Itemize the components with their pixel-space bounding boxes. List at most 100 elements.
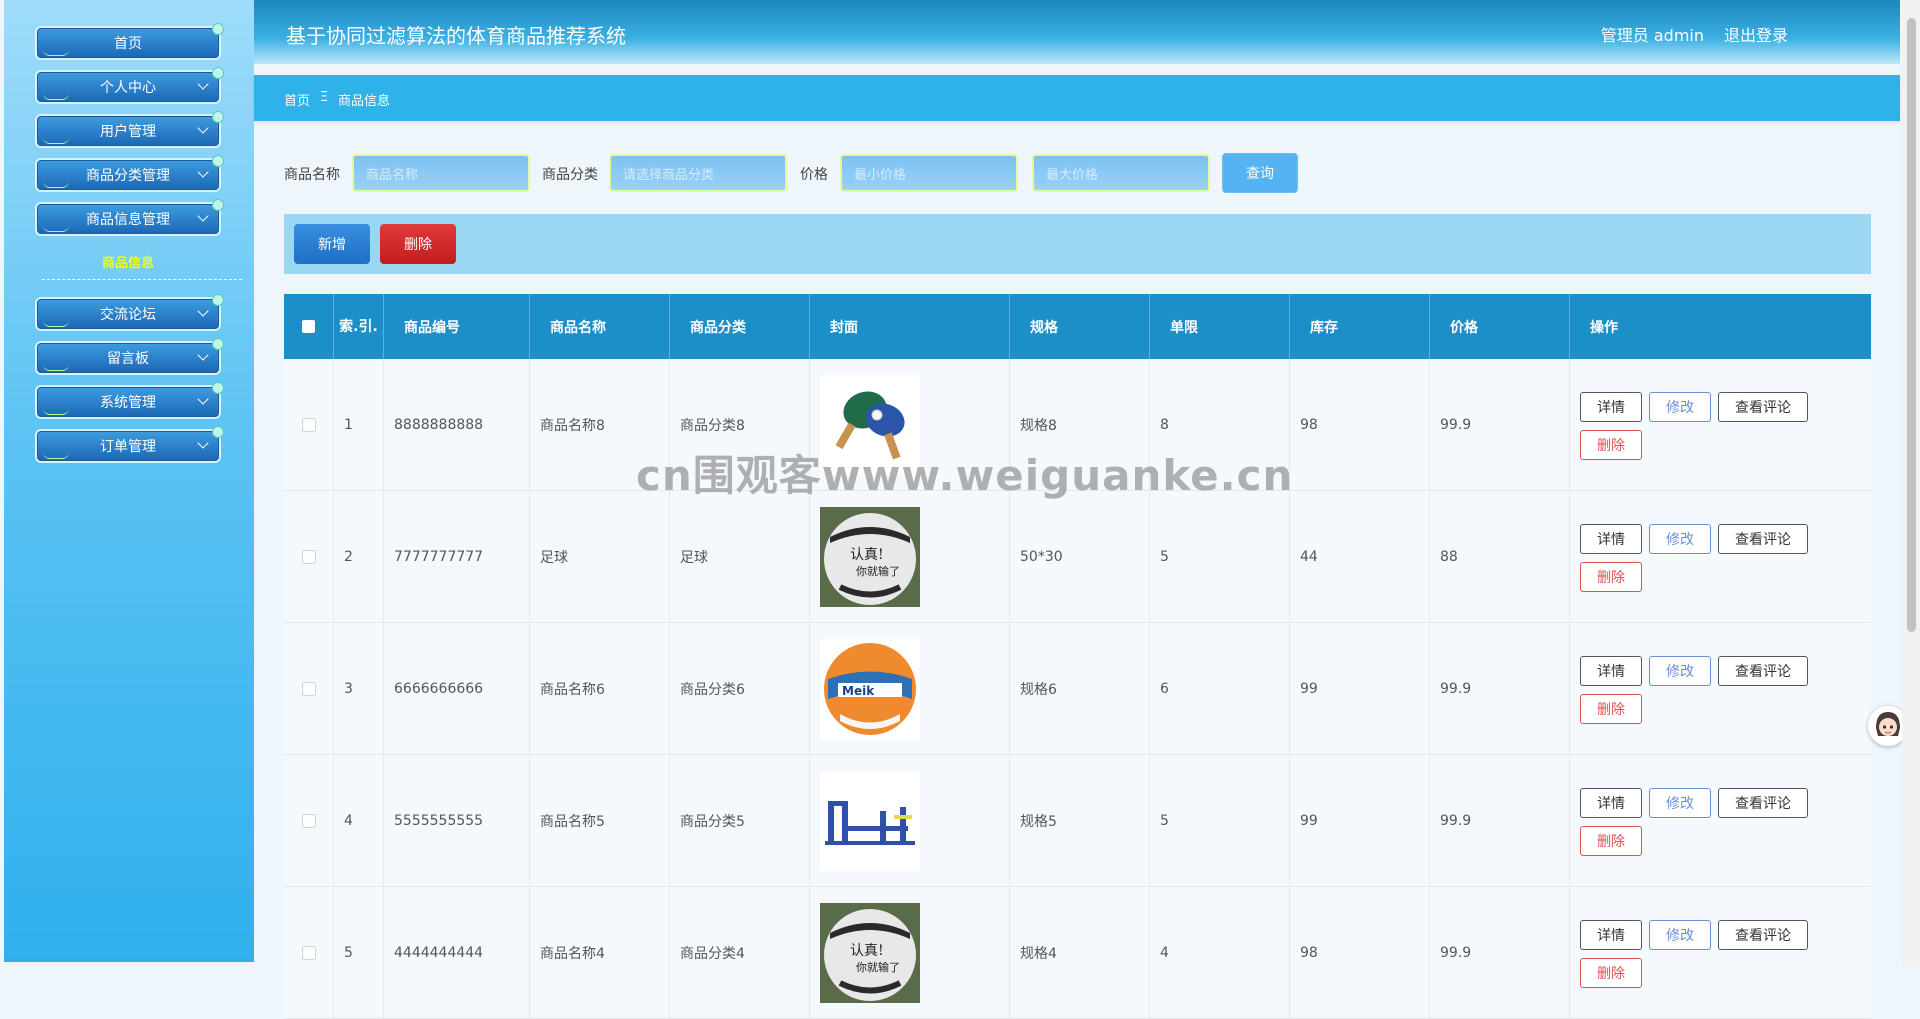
edit-button[interactable]: 修改	[1649, 788, 1711, 818]
menu-ornament-icon	[212, 382, 224, 394]
cell-category: 商品分类4	[670, 887, 810, 1018]
sidebar-item-home[interactable]: 首页	[35, 23, 224, 60]
detail-button[interactable]: 详情	[1580, 392, 1642, 422]
detail-button[interactable]: 详情	[1580, 656, 1642, 686]
row-checkbox[interactable]	[301, 417, 316, 432]
edit-button[interactable]: 修改	[1649, 392, 1711, 422]
chevron-down-icon	[197, 393, 209, 405]
cell-name: 商品名称5	[530, 755, 670, 886]
header-stock: 库存	[1290, 294, 1430, 359]
cell-stock: 98	[1290, 887, 1430, 1018]
sidebar: 首页 个人中心 用户管理 商品分类管理 商品信息管理 商品信息 交流论坛 留言板…	[4, 0, 254, 962]
row-checkbox[interactable]	[301, 813, 316, 828]
row-select-cell	[284, 887, 334, 1018]
ball-icon: 认真! 你就输了	[820, 902, 920, 1003]
sidebar-item-categories[interactable]: 商品分类管理	[35, 155, 224, 192]
scrollbar-thumb[interactable]	[1907, 18, 1916, 632]
menu-ornament-icon	[212, 426, 224, 438]
add-button[interactable]: 新增	[294, 224, 370, 264]
chevron-down-icon	[197, 166, 209, 178]
cell-stock: 98	[1290, 359, 1430, 490]
logout-link[interactable]: 退出登录	[1724, 22, 1788, 46]
top-header: 基于协同过滤算法的体育商品推荐系统 管理员 admin 退出登录	[254, 0, 1900, 64]
product-name-label: 商品名称	[284, 167, 340, 183]
row-delete-button[interactable]: 删除	[1580, 694, 1642, 724]
app-title: 基于协同过滤算法的体育商品推荐系统	[286, 24, 626, 48]
svg-text:你就输了: 你就输了	[856, 960, 900, 974]
table-row: 5 4444444444 商品名称4 商品分类4 认真! 你就输了 规格4 4 98 99.9 详情…	[284, 887, 1871, 1019]
view-reviews-button[interactable]: 查看评论	[1718, 788, 1808, 818]
cover-cell: 认真! 你就输了	[810, 887, 1010, 1018]
price-max-input[interactable]: 最大价格	[1032, 154, 1210, 192]
header-limit: 单限	[1150, 294, 1290, 359]
view-reviews-button[interactable]: 查看评论	[1718, 920, 1808, 950]
sidebar-subitem-product-info[interactable]: 商品信息	[35, 252, 221, 271]
view-reviews-button[interactable]: 查看评论	[1718, 656, 1808, 686]
operations-cell: 详情 修改 查看评论删除	[1570, 623, 1871, 754]
cell-category: 商品分类5	[670, 755, 810, 886]
select-all-checkbox[interactable]	[302, 320, 315, 333]
sidebar-item-messages[interactable]: 留言板	[35, 338, 224, 375]
breadcrumb-home[interactable]: 首页	[284, 90, 310, 109]
edit-button[interactable]: 修改	[1649, 656, 1711, 686]
price-min-input[interactable]: 最小价格	[840, 154, 1018, 192]
cell-code: 5555555555	[384, 755, 530, 886]
cell-index: 4	[334, 755, 384, 886]
cell-name: 足球	[530, 491, 670, 622]
header-name: 商品名称	[530, 294, 670, 359]
cell-index: 5	[334, 887, 384, 1018]
batch-delete-button[interactable]: 删除	[380, 224, 456, 264]
view-reviews-button[interactable]: 查看评论	[1718, 392, 1808, 422]
menu-ornament-icon	[212, 294, 224, 306]
sidebar-item-users[interactable]: 用户管理	[35, 111, 224, 148]
chevron-down-icon	[197, 349, 209, 361]
fitness-equipment-icon	[820, 770, 920, 871]
cell-stock: 99	[1290, 755, 1430, 886]
row-select-cell	[284, 359, 334, 490]
cell-name: 商品名称6	[530, 623, 670, 754]
operations-cell: 详情 修改 查看评论删除	[1570, 491, 1871, 622]
row-checkbox[interactable]	[301, 681, 316, 696]
header-category: 商品分类	[670, 294, 810, 359]
row-delete-button[interactable]: 删除	[1580, 826, 1642, 856]
chevron-down-icon	[197, 437, 209, 449]
view-reviews-button[interactable]: 查看评论	[1718, 524, 1808, 554]
page-scrollbar[interactable]	[1902, 0, 1920, 966]
edit-button[interactable]: 修改	[1649, 920, 1711, 950]
sidebar-item-label: 商品信息管理	[86, 212, 170, 228]
sidebar-item-system[interactable]: 系统管理	[35, 382, 224, 419]
cell-limit: 4	[1150, 887, 1290, 1018]
row-checkbox[interactable]	[301, 945, 316, 960]
product-name-input[interactable]: 商品名称	[352, 154, 530, 192]
sidebar-item-profile[interactable]: 个人中心	[35, 67, 224, 104]
cell-spec: 规格4	[1010, 887, 1150, 1018]
ball-icon: 认真! 你就输了	[820, 506, 920, 607]
cell-index: 3	[334, 623, 384, 754]
category-select[interactable]: 请选择商品分类	[609, 154, 787, 192]
detail-button[interactable]: 详情	[1580, 524, 1642, 554]
cell-code: 8888888888	[384, 359, 530, 490]
row-delete-button[interactable]: 删除	[1580, 430, 1642, 460]
sidebar-item-forum[interactable]: 交流论坛	[35, 294, 224, 331]
cell-name: 商品名称4	[530, 887, 670, 1018]
query-button[interactable]: 查询	[1222, 153, 1298, 193]
detail-button[interactable]: 详情	[1580, 920, 1642, 950]
edit-button[interactable]: 修改	[1649, 524, 1711, 554]
header-cover: 封面	[810, 294, 1010, 359]
row-checkbox[interactable]	[301, 549, 316, 564]
svg-text:认真!: 认真!	[850, 547, 884, 563]
swirl-ornament-icon	[43, 364, 69, 371]
sidebar-item-orders[interactable]: 订单管理	[35, 426, 224, 463]
header-spec: 规格	[1010, 294, 1150, 359]
swirl-ornament-icon	[43, 93, 69, 100]
sidebar-item-products[interactable]: 商品信息管理	[35, 199, 224, 236]
price-label: 价格	[800, 167, 828, 183]
detail-button[interactable]: 详情	[1580, 788, 1642, 818]
row-delete-button[interactable]: 删除	[1580, 958, 1642, 988]
row-delete-button[interactable]: 删除	[1580, 562, 1642, 592]
table-row: 4 5555555555 商品名称5 商品分类5 规格5 5 99 99.9 详情 修改 查看评论删…	[284, 755, 1871, 887]
svg-text:Meik: Meik	[842, 684, 875, 698]
chevron-down-icon	[197, 122, 209, 134]
swirl-ornament-icon	[43, 225, 69, 232]
cover-cell	[810, 755, 1010, 886]
